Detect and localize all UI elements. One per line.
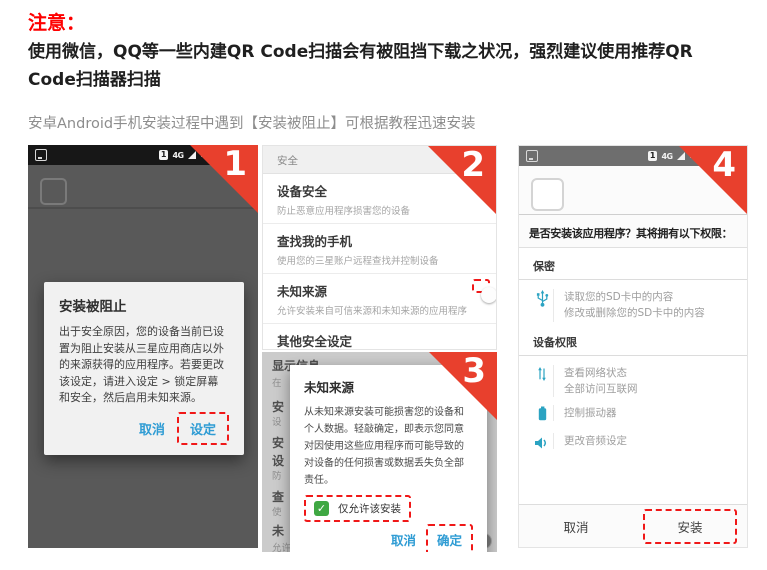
item-desc: 使用您的三星账户远程查找并控制设备 [277, 253, 482, 267]
vibration-icon [531, 405, 553, 425]
app-icon-placeholder [531, 178, 564, 211]
toggle-knob [481, 287, 497, 303]
usb-storage-icon [531, 289, 553, 311]
network-arrows-icon [531, 365, 553, 385]
permission-row-storage: 读取您的SD卡中的内容 修改或删除您的SD卡中的内容 [519, 285, 747, 326]
item-title: 未知来源 [277, 281, 482, 300]
permission-line: 查看网络状态 [564, 365, 638, 381]
permission-text: 控制振动器 [553, 405, 617, 421]
step-number: 1 [223, 146, 247, 183]
section-header-device: 设备权限 [519, 326, 747, 356]
screenshot-notification-icon [526, 150, 538, 162]
checkbox-label: 仅允许该安装 [338, 501, 401, 516]
cancel-button[interactable]: 取消 [391, 530, 416, 549]
permission-row-audio: 更改音频设定 [519, 429, 747, 457]
phone-screenshot-2: 安全 设备安全 防止恶意应用程序损害您的设备 查找我的手机 使用您的三星账户远程… [262, 145, 497, 350]
warning-text: 使用微信，QQ等一些内建QR Code扫描会有被阻挡下载之状况，强烈建议使用推荐… [28, 39, 734, 94]
notice-label: 注意： [28, 8, 85, 35]
checkbox-checked-icon[interactable]: ✓ [314, 501, 329, 516]
item-title: 其他安全设定 [277, 331, 482, 350]
permission-text: 查看网络状态 全部访问互联网 [553, 365, 638, 398]
app-icon-placeholder [40, 178, 67, 205]
permission-row-network: 查看网络状态 全部访问互联网 [519, 361, 747, 402]
permission-text: 读取您的SD卡中的内容 修改或删除您的SD卡中的内容 [553, 289, 705, 322]
permission-line: 修改或删除您的SD卡中的内容 [564, 305, 705, 321]
divider [519, 214, 747, 215]
dimmed-bg-text: 设 [272, 414, 282, 428]
permissions-list: 保密 读取您的SD卡中的内容 修改或删除您的SD卡中的内容 [519, 247, 747, 505]
dimmed-bg-text: 设 [272, 452, 284, 469]
phone-screenshot-1: 1 4G 7 安装被阻止 出于安全原因，您的设备当前已设置为阻止安装从三星应用商… [28, 145, 258, 548]
audio-icon [531, 433, 553, 453]
section-header-privacy: 保密 [519, 250, 747, 280]
dimmed-bg-text: 安 [272, 434, 284, 451]
ok-button-highlight[interactable]: 确定 [426, 524, 473, 552]
network-type-indicator: 4G [661, 152, 672, 161]
permission-line: 读取您的SD卡中的内容 [564, 289, 705, 305]
allow-once-highlight: ✓ 仅允许该安装 [304, 495, 411, 522]
settings-item-unknown-sources[interactable]: 未知来源 允许安装来自可信来源和未知来源的应用程序 [263, 274, 496, 324]
item-title: 查找我的手机 [277, 231, 482, 250]
dimmed-bg-text: 在 [272, 375, 282, 389]
settings-item-find-my-phone[interactable]: 查找我的手机 使用您的三星账户远程查找并控制设备 [263, 224, 496, 274]
dimmed-bg-text: 未 [272, 522, 284, 539]
settings-item-other-security[interactable]: 其他安全设定 更改安全更新和证书存储等其他安全设定 [263, 324, 496, 350]
install-button-highlight[interactable]: 安装 [643, 509, 736, 544]
notification-count-badge: 1 [159, 150, 169, 160]
cancel-button[interactable]: 取消 [563, 517, 588, 536]
permission-line: 全部访问互联网 [564, 381, 638, 397]
phone-screenshot-4: 1 4G 7 是否安装该应用程序？其将拥有以下权限： 保密 [518, 145, 748, 548]
dimmed-bg-text: 安 [272, 398, 284, 415]
dimmed-bg-text: 使 [272, 504, 282, 518]
dialog-title: 安装被阻止 [59, 295, 229, 315]
network-type-indicator: 4G [172, 151, 183, 160]
dialog-buttons: 取消 确定 [304, 524, 473, 552]
ok-button[interactable]: 确定 [437, 533, 462, 548]
step-number: 4 [712, 147, 736, 184]
dialog-buttons: 取消 设定 [59, 412, 229, 445]
settings-button-highlight[interactable]: 设定 [177, 412, 229, 445]
subtitle-text: 安卓Android手机安装过程中遇到【安装被阻止】可根据教程迅速安装 [28, 112, 476, 133]
dialog-body: 出于安全原因，您的设备当前已设置为阻止安装从三星应用商店以外的来源获得的应用程序… [59, 324, 229, 407]
phone-screenshot-3: 显示信息 在 安 设 安 设 防 查 使 未 允许安装来自可信来源和未知来源的应… [262, 352, 497, 552]
install-button-bar: 取消 安装 [519, 504, 747, 547]
permission-text: 更改音频设定 [553, 433, 627, 449]
dimmed-bg-text: 防 [272, 468, 282, 482]
install-prompt-title: 是否安装该应用程序？其将拥有以下权限： [529, 225, 732, 241]
cancel-button[interactable]: 取消 [139, 419, 165, 438]
step-number: 3 [462, 353, 486, 390]
screenshot-notification-icon [35, 149, 47, 161]
permission-row-vibration: 控制振动器 [519, 401, 747, 429]
install-button[interactable]: 安装 [677, 520, 702, 535]
step-number: 2 [461, 147, 485, 184]
permission-line: 控制振动器 [564, 405, 617, 421]
permission-line: 更改音频设定 [564, 433, 627, 449]
unknown-sources-toggle-highlight [472, 279, 490, 293]
dimmed-bg-text: 查 [272, 488, 284, 505]
tutorial-page: 注意： 使用微信，QQ等一些内建QR Code扫描会有被阻挡下载之状况，强烈建议… [0, 0, 767, 570]
settings-button[interactable]: 设定 [190, 423, 216, 438]
install-blocked-dialog: 安装被阻止 出于安全原因，您的设备当前已设置为阻止安装从三星应用商店以外的来源获… [44, 282, 244, 455]
item-desc: 允许安装来自可信来源和未知来源的应用程序 [277, 303, 482, 317]
notification-count-badge: 1 [648, 151, 658, 161]
